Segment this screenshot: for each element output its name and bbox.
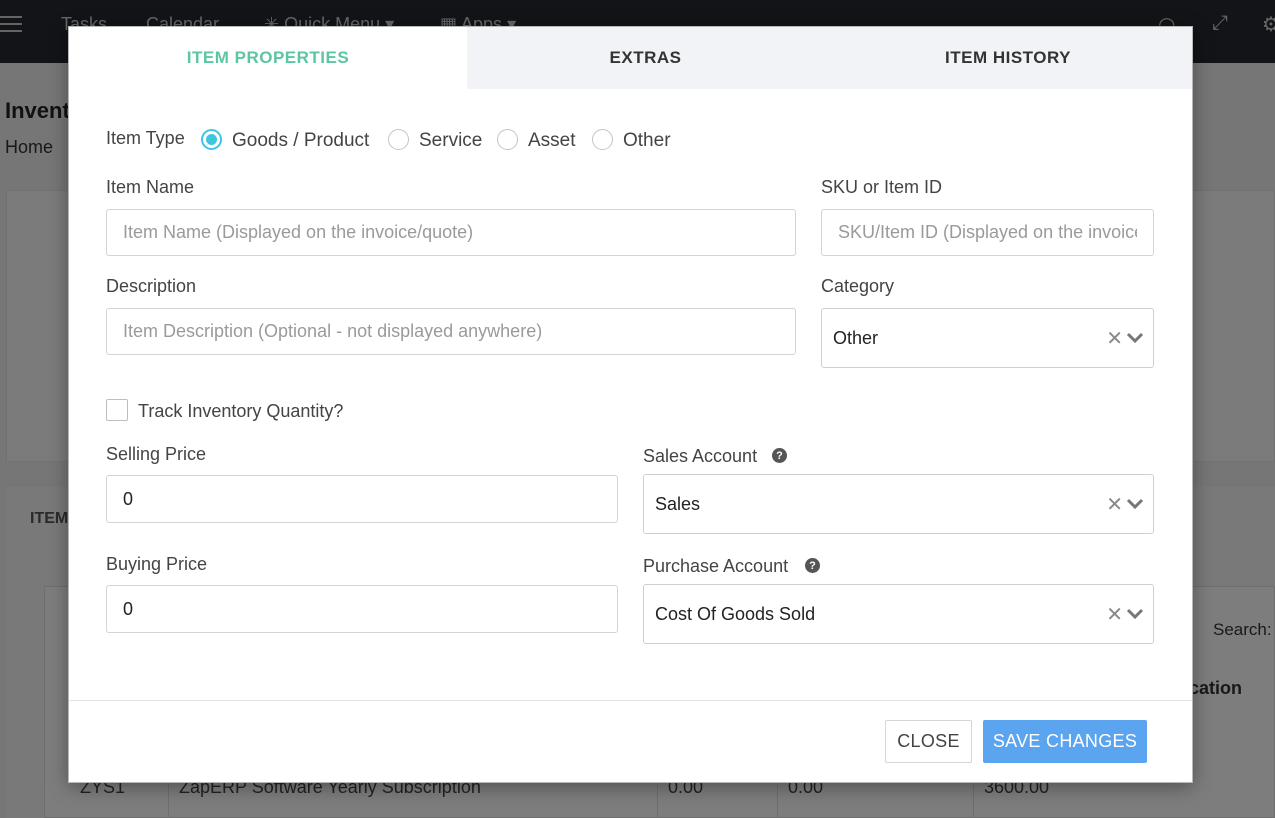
close-button[interactable]: CLOSE (885, 720, 972, 763)
tab-item-properties[interactable]: ITEM PROPERTIES (69, 27, 467, 89)
purchase-account-select[interactable]: Cost Of Goods Sold ✕ (643, 584, 1154, 644)
radio-label-service[interactable]: Service (419, 130, 482, 152)
sku-input[interactable] (821, 209, 1154, 256)
save-changes-button[interactable]: SAVE CHANGES (983, 720, 1147, 763)
purchase-account-label: Purchase Account (643, 556, 789, 576)
help-icon[interactable]: ? (805, 558, 820, 573)
radio-label-goods-product[interactable]: Goods / Product (232, 130, 369, 152)
sku-label: SKU or Item ID (821, 177, 943, 197)
selling-price-label: Selling Price (106, 444, 207, 464)
modal-footer-divider (69, 700, 1192, 701)
chevron-down-icon[interactable] (1126, 309, 1144, 367)
item-modal: ITEM PROPERTIES EXTRAS ITEM HISTORY Item… (68, 26, 1193, 783)
radio-label-other[interactable]: Other (623, 130, 671, 152)
item-name-label: Item Name (106, 177, 195, 197)
item-name-input[interactable] (106, 209, 796, 256)
buying-price-input[interactable] (106, 585, 618, 633)
sales-account-label: Sales Account (643, 446, 758, 466)
help-icon[interactable]: ? (772, 448, 787, 463)
tab-extras[interactable]: EXTRAS (467, 27, 824, 89)
sales-account-select[interactable]: Sales ✕ (643, 474, 1154, 534)
sales-account-value: Sales (655, 493, 701, 514)
category-value: Other (833, 327, 879, 348)
clear-icon[interactable]: ✕ (1106, 585, 1123, 643)
selling-price-input[interactable] (106, 475, 618, 523)
chevron-down-icon[interactable] (1126, 475, 1144, 533)
description-input[interactable] (106, 308, 796, 355)
buying-price-label: Buying Price (106, 554, 208, 574)
radio-service[interactable] (388, 129, 409, 150)
purchase-account-value: Cost Of Goods Sold (655, 603, 816, 624)
radio-asset[interactable] (497, 129, 518, 150)
tab-item-history[interactable]: ITEM HISTORY (824, 27, 1192, 89)
radio-goods-product[interactable] (201, 129, 222, 150)
track-inventory-label[interactable]: Track Inventory Quantity? (138, 401, 343, 422)
clear-icon[interactable]: ✕ (1106, 475, 1123, 533)
description-label: Description (106, 276, 197, 296)
item-type-label: Item Type (106, 128, 185, 148)
clear-icon[interactable]: ✕ (1106, 309, 1123, 367)
category-label: Category (821, 276, 895, 296)
chevron-down-icon[interactable] (1126, 585, 1144, 643)
category-select[interactable]: Other ✕ (821, 308, 1154, 368)
radio-other[interactable] (592, 129, 613, 150)
radio-label-asset[interactable]: Asset (528, 130, 576, 152)
track-inventory-checkbox[interactable] (106, 399, 128, 421)
modal-tabs: ITEM PROPERTIES EXTRAS ITEM HISTORY (69, 27, 1192, 89)
